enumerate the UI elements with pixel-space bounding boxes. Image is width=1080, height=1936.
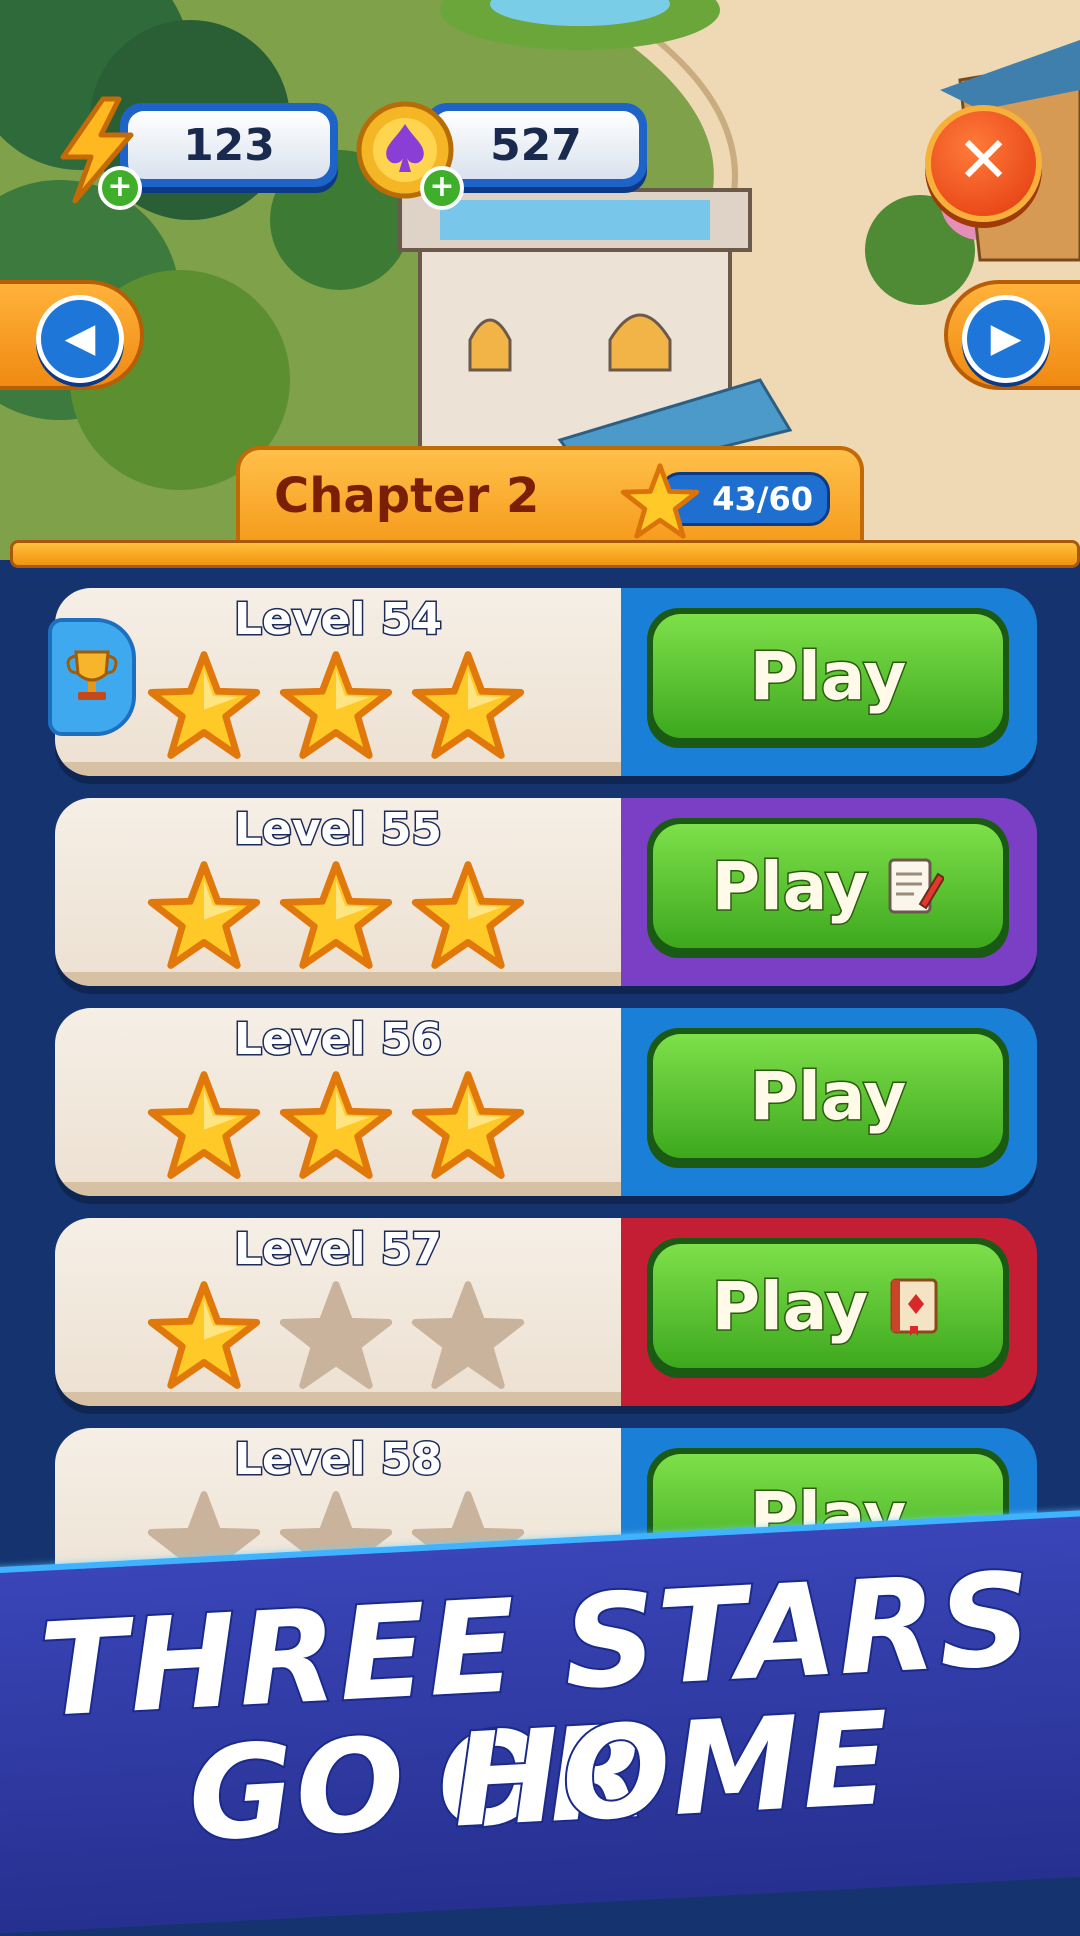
play-button-face: Play: [653, 824, 1003, 948]
play-button-face: Play: [653, 1034, 1003, 1158]
chapter-banner: Chapter 2 43/60: [236, 446, 864, 546]
previous-chapter-tab[interactable]: ◀: [0, 280, 144, 390]
close-button[interactable]: ✕: [925, 105, 1042, 222]
next-chapter-button[interactable]: ▶: [962, 295, 1050, 383]
chapter-divider-bar: [10, 540, 1080, 568]
play-button[interactable]: Play: [647, 608, 1009, 748]
star-filled-icon: [147, 1071, 261, 1179]
chapter-title: Chapter 2: [274, 468, 540, 524]
level-card: Level 57 Play: [55, 1218, 1037, 1406]
energy-counter-field: 123: [128, 111, 330, 179]
level-label: Level 55: [232, 803, 443, 857]
energy-value: 123: [183, 119, 275, 171]
star-filled-icon: [279, 861, 393, 969]
play-button-label: Play: [748, 636, 908, 716]
next-chapter-tab[interactable]: ▶: [944, 280, 1080, 390]
add-coins-button[interactable]: +: [420, 166, 464, 210]
book-icon: [890, 1278, 938, 1336]
play-button-label: Play: [710, 846, 870, 926]
coins-value: 527: [490, 119, 582, 171]
play-button-face: Play: [653, 1244, 1003, 1368]
trophy-icon: [66, 650, 118, 700]
energy-counter[interactable]: 123: [120, 103, 338, 187]
level-star-rating: [145, 650, 545, 760]
notepad-icon: [888, 858, 945, 914]
play-button[interactable]: Play: [647, 1238, 1009, 1378]
level-play-panel: Play: [621, 1218, 1037, 1406]
play-button[interactable]: Play: [647, 1028, 1009, 1168]
star-filled-icon: [411, 861, 525, 969]
level-play-panel: Play: [621, 1008, 1037, 1196]
level-card: Level 55 Play: [55, 798, 1037, 986]
star-empty-icon: [279, 1281, 393, 1389]
star-filled-icon: [147, 861, 261, 969]
star-empty-icon: [411, 1281, 525, 1389]
level-label: Level 56: [232, 1013, 443, 1067]
level-card: Level 56 Play: [55, 1008, 1037, 1196]
level-star-rating: [145, 860, 545, 970]
star-filled-icon: [279, 651, 393, 759]
coins-counter-field: 527: [433, 111, 639, 179]
level-label: Level 58: [232, 1433, 443, 1487]
level-label: Level 54: [232, 593, 443, 647]
level-play-panel: Play: [621, 588, 1037, 776]
play-button-face: Play: [653, 614, 1003, 738]
star-filled-icon: [147, 1281, 261, 1389]
trophy-badge: [48, 618, 136, 736]
star-filled-icon: [279, 1071, 393, 1179]
level-play-panel: Play: [621, 798, 1037, 986]
chapter-star-icon: [620, 463, 700, 539]
level-star-rating: [145, 1070, 545, 1180]
play-button[interactable]: Play: [647, 818, 1009, 958]
level-star-rating: [145, 1280, 545, 1390]
previous-chapter-button[interactable]: ◀: [36, 295, 124, 383]
play-button-label: Play: [710, 1266, 870, 1346]
star-filled-icon: [147, 651, 261, 759]
star-filled-icon: [411, 1071, 525, 1179]
star-filled-icon: [411, 651, 525, 759]
level-label: Level 57: [232, 1223, 443, 1277]
add-energy-button[interactable]: +: [98, 166, 142, 210]
play-button-label: Play: [748, 1056, 908, 1136]
level-card: Level 54 Play: [55, 588, 1037, 776]
